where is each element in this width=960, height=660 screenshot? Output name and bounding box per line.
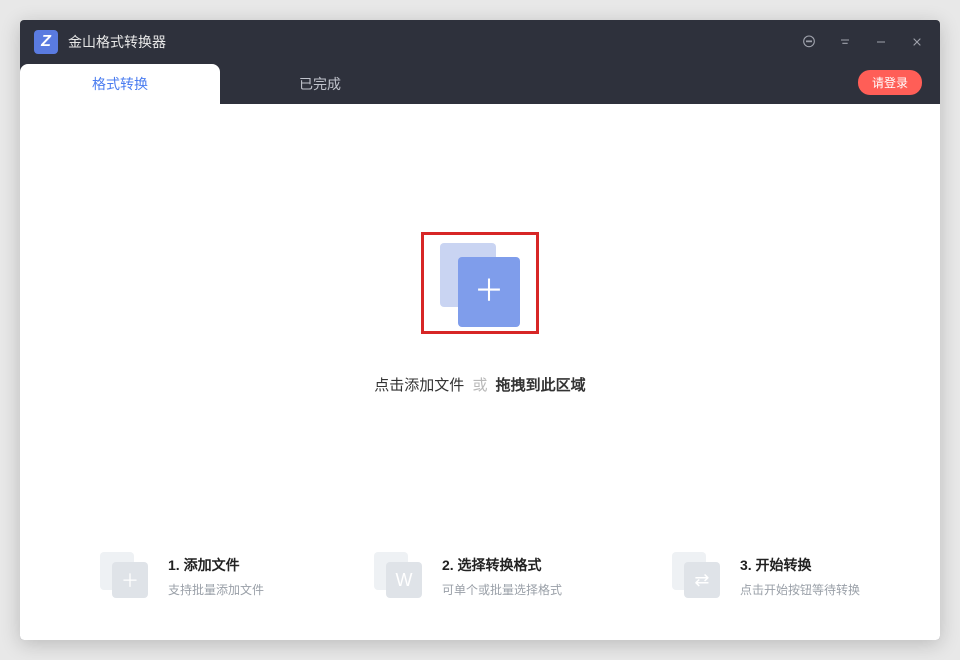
step-desc: 支持批量添加文件: [168, 581, 264, 598]
app-title: 金山格式转换器: [68, 32, 800, 52]
minimize-icon[interactable]: [872, 33, 890, 51]
step-1: ＋ 1. 添加文件 支持批量添加文件: [100, 552, 264, 600]
drag-text: 拖拽到此区域: [496, 377, 586, 394]
app-window: Z 金山格式转换器 格式转换 已完成 请登录 ＋: [20, 20, 940, 640]
step-desc: 点击开始按钮等待转换: [740, 581, 860, 598]
app-logo-icon: Z: [34, 30, 58, 54]
tab-convert[interactable]: 格式转换: [20, 64, 220, 104]
steps-row: ＋ 1. 添加文件 支持批量添加文件 W 2. 选择转换格式 可单个或批量选择格…: [20, 522, 940, 640]
add-file-highlight: ＋: [421, 232, 539, 334]
step-title: 2. 选择转换格式: [442, 555, 562, 575]
convert-icon: ⇄: [672, 552, 724, 600]
main-content: ＋ 点击添加文件 或 拖拽到此区域 ＋ 1. 添加文件 支持批量添加文件: [20, 104, 940, 640]
or-text: 或: [472, 377, 487, 394]
step-title: 1. 添加文件: [168, 555, 264, 575]
plus-icon: ＋: [474, 277, 504, 307]
dropzone[interactable]: ＋ 点击添加文件 或 拖拽到此区域: [20, 104, 940, 522]
dropzone-text: 点击添加文件 或 拖拽到此区域: [374, 374, 585, 395]
step-2: W 2. 选择转换格式 可单个或批量选择格式: [374, 552, 562, 600]
tab-completed[interactable]: 已完成: [220, 64, 420, 104]
login-button[interactable]: 请登录: [858, 70, 922, 95]
step-desc: 可单个或批量选择格式: [442, 581, 562, 598]
format-icon: W: [374, 552, 426, 600]
titlebar: Z 金山格式转换器: [20, 20, 940, 64]
click-add-text: 点击添加文件: [374, 377, 464, 394]
step-3: ⇄ 3. 开始转换 点击开始按钮等待转换: [672, 552, 860, 600]
feedback-icon[interactable]: [800, 33, 818, 51]
close-icon[interactable]: [908, 33, 926, 51]
step-title: 3. 开始转换: [740, 555, 860, 575]
titlebar-icons: [800, 33, 926, 51]
tabbar: 格式转换 已完成 请登录: [20, 64, 940, 104]
add-file-icon: ＋: [100, 552, 152, 600]
add-file-icon[interactable]: ＋: [440, 243, 520, 323]
menu-icon[interactable]: [836, 33, 854, 51]
